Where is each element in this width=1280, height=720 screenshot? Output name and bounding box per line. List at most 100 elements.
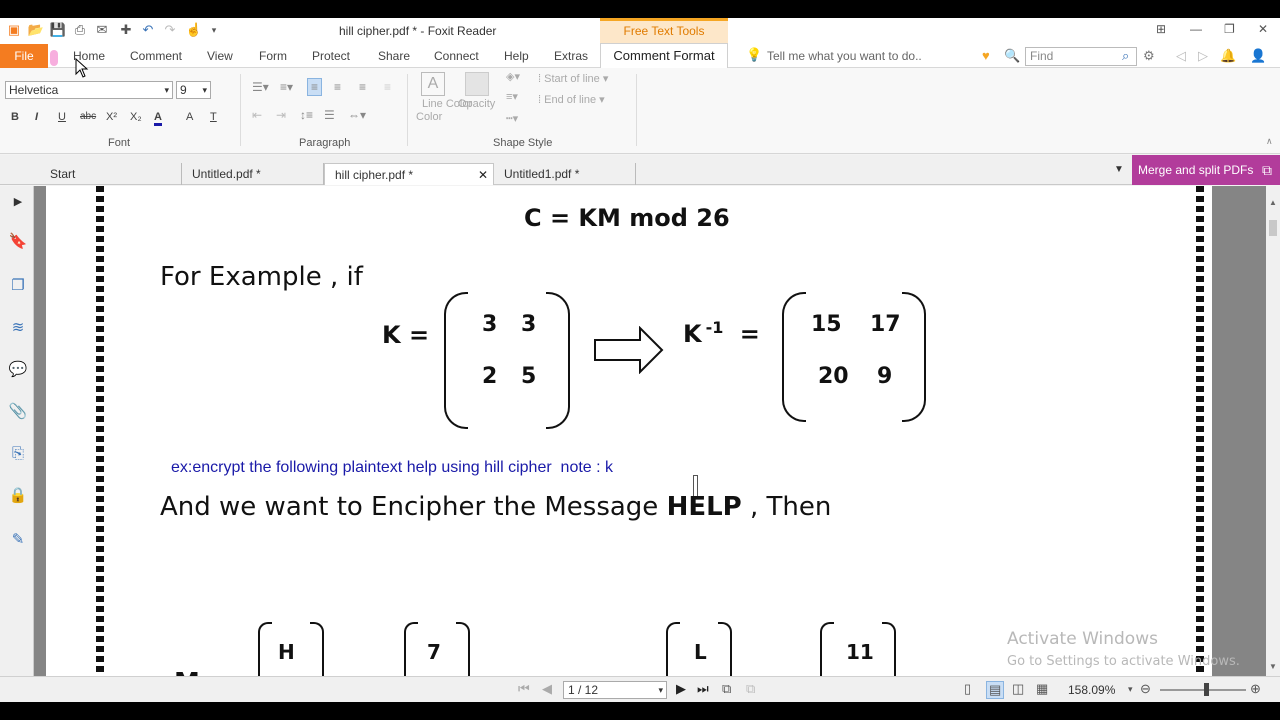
tab-list-dropdown-icon[interactable]: ▼	[1114, 164, 1124, 175]
previous-page-icon[interactable]: ◀	[542, 681, 552, 697]
user-icon[interactable]: 👤	[1250, 48, 1266, 64]
first-page-icon[interactable]: ⏮	[518, 681, 530, 697]
vertical-scrollbar[interactable]: ▲ ▼	[1266, 186, 1280, 676]
doc-tab-untitled1[interactable]: Untitled1.pdf *	[494, 163, 636, 185]
previous-view-icon[interactable]: ⧉	[722, 681, 731, 697]
search-icon[interactable]: ⌕	[1122, 48, 1129, 64]
bullets-icon[interactable]: ☰▾	[252, 80, 269, 94]
close-tab-icon[interactable]: ✕	[478, 164, 488, 186]
tab-file[interactable]: File	[0, 44, 48, 68]
font-size-select[interactable]: 9 ▾	[176, 81, 211, 99]
tab-share[interactable]: Share	[378, 44, 410, 68]
end-of-line-button[interactable]: ⁞ End of line ▾	[538, 93, 605, 106]
content-panel-icon[interactable]: ✎	[8, 530, 28, 550]
print-icon[interactable]: ⎙	[72, 22, 88, 38]
doc-tab-untitled[interactable]: Untitled.pdf *	[182, 163, 324, 185]
subscript-button[interactable]: X₂	[130, 111, 142, 123]
line-style-icon[interactable]: ┅▾	[506, 112, 518, 125]
tab-form[interactable]: Form	[259, 44, 287, 68]
next-page-icon[interactable]: ▶	[676, 681, 686, 697]
save-icon[interactable]: 💾	[50, 22, 66, 38]
indent-options-icon[interactable]: ⇔▾	[348, 108, 366, 122]
facing-pages-icon[interactable]: ◫	[1012, 681, 1024, 697]
find-input[interactable]: Find	[1025, 47, 1137, 66]
zoom-slider-thumb[interactable]	[1204, 683, 1209, 696]
zoom-in-icon[interactable]: ⊕	[1250, 681, 1261, 697]
paragraph-spacing-icon[interactable]: ☰	[324, 108, 335, 122]
new-icon[interactable]: ✚	[118, 22, 134, 38]
start-of-line-button[interactable]: ⁞ Start of line ▾	[538, 72, 608, 85]
text-format-button[interactable]: T	[210, 111, 217, 123]
scroll-thumb[interactable]	[1269, 220, 1277, 236]
doc-tab-start[interactable]: Start	[40, 163, 182, 185]
layers-panel-icon[interactable]: ≋	[8, 318, 28, 338]
font-color-button[interactable]: A	[154, 111, 162, 126]
restore-button[interactable]: ❐	[1224, 22, 1235, 36]
italic-button[interactable]: I	[35, 111, 38, 123]
attachments-panel-icon[interactable]: 📎	[8, 402, 28, 422]
tab-help[interactable]: Help	[504, 44, 529, 68]
page-number-input[interactable]: 1 / 12 ▾	[563, 681, 667, 699]
scroll-down-icon[interactable]: ▼	[1269, 662, 1277, 671]
open-icon[interactable]: 📂	[28, 22, 44, 38]
undo-icon[interactable]: ↶	[140, 22, 156, 38]
superscript-button[interactable]: X²	[106, 111, 117, 123]
opacity-button[interactable]: Opacity	[458, 98, 495, 110]
tab-protect[interactable]: Protect	[312, 44, 350, 68]
last-page-icon[interactable]: ⏭	[697, 681, 709, 697]
zoom-level[interactable]: 158.09%	[1068, 683, 1115, 697]
find-folder-icon[interactable]: 🔍	[1004, 48, 1020, 64]
doc-tab-hill-cipher[interactable]: hill cipher.pdf * ✕	[324, 163, 494, 185]
comments-panel-icon[interactable]: 💬	[8, 360, 28, 380]
align-right-icon[interactable]: ≡	[359, 80, 366, 94]
tell-me-search[interactable]: Tell me what you want to do..	[767, 44, 922, 68]
fill-color-icon[interactable]: ◈▾	[506, 70, 520, 83]
character-spacing-button[interactable]: A	[186, 111, 193, 123]
next-result-icon[interactable]: ▷	[1198, 48, 1208, 64]
pages-panel-icon[interactable]: ❐	[8, 276, 28, 296]
signature-panel-icon[interactable]: ⎘	[8, 444, 28, 464]
increase-indent-icon[interactable]: ⇥	[276, 108, 286, 122]
decrease-indent-icon[interactable]: ⇤	[252, 108, 262, 122]
tab-extras[interactable]: Extras	[554, 44, 588, 68]
notification-bell-icon[interactable]: 🔔	[1220, 48, 1236, 64]
tab-comment-format[interactable]: Comment Format	[600, 43, 728, 69]
align-center-icon[interactable]: ≡	[334, 80, 341, 94]
font-family-select[interactable]: Helvetica ▾	[5, 81, 173, 99]
minimize-button[interactable]: —	[1190, 22, 1202, 36]
previous-result-icon[interactable]: ◁	[1176, 48, 1186, 64]
gear-icon[interactable]: ⚙	[1143, 48, 1155, 64]
continuous-page-icon[interactable]: ▤	[986, 681, 1005, 699]
security-lock-icon[interactable]: 🔒	[8, 486, 28, 506]
numbering-icon[interactable]: ≡▾	[280, 80, 293, 94]
single-page-icon[interactable]: ▯	[964, 681, 971, 697]
note-free-text-annotation[interactable]: ex:encrypt the following plaintext help …	[171, 459, 613, 477]
line-spacing-icon[interactable]: ↕≡	[300, 108, 313, 122]
ribbon-display-icon[interactable]: ⊞	[1156, 22, 1166, 36]
merge-split-pdfs-button[interactable]: Merge and split PDFs ⧉	[1132, 155, 1280, 185]
line-width-icon[interactable]: ≡▾	[506, 90, 518, 103]
tab-view[interactable]: View	[207, 44, 233, 68]
document-viewport[interactable]: C = KM mod 26 For Example , if K = 3 3 2…	[34, 186, 1266, 676]
close-button[interactable]: ✕	[1258, 22, 1268, 36]
tab-comment[interactable]: Comment	[130, 44, 182, 68]
bookmark-panel-icon[interactable]: 🔖	[8, 232, 28, 252]
align-left-icon[interactable]: ≡	[307, 78, 323, 96]
zoom-dropdown-icon[interactable]: ▾	[1128, 684, 1133, 695]
zoom-out-icon[interactable]: ⊖	[1140, 681, 1151, 697]
next-view-icon[interactable]: ⧉	[746, 681, 755, 697]
continuous-facing-icon[interactable]: ▦	[1036, 681, 1048, 697]
scroll-up-icon[interactable]: ▲	[1269, 198, 1277, 207]
strikethrough-button[interactable]: abc	[80, 111, 96, 122]
bold-button[interactable]: B	[11, 111, 19, 123]
collapse-ribbon-icon[interactable]: ∧	[1266, 136, 1273, 147]
underline-button[interactable]: U	[58, 111, 66, 123]
tab-connect[interactable]: Connect	[434, 44, 479, 68]
expand-panel-icon[interactable]: ▶	[8, 192, 28, 212]
customize-dropdown-icon[interactable]: ▾	[206, 22, 222, 38]
justify-icon[interactable]: ≡	[384, 80, 391, 94]
hand-tool-icon[interactable]: ☝	[186, 22, 202, 38]
zoom-slider[interactable]	[1160, 689, 1246, 691]
heart-icon[interactable]: ♥	[982, 48, 990, 63]
email-icon[interactable]: ✉	[94, 22, 110, 38]
